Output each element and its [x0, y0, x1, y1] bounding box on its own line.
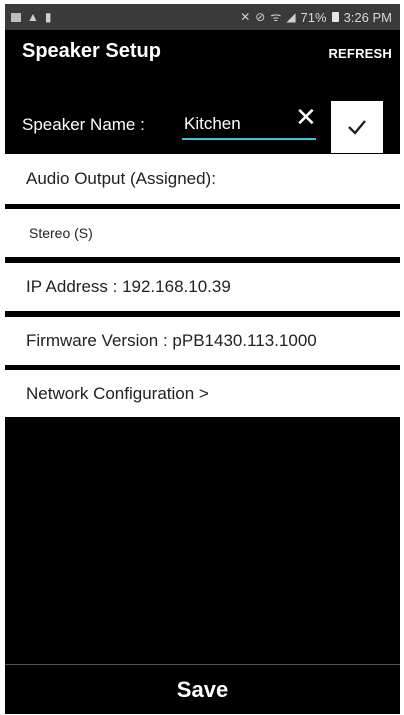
- ip-address-text: IP Address : 192.168.10.39: [26, 277, 231, 296]
- confirm-button[interactable]: [331, 101, 383, 153]
- check-icon: [348, 120, 366, 135]
- mute-icon: ⊘: [255, 10, 266, 24]
- status-left-icons: ▲ ▮: [5, 11, 52, 23]
- network-configuration-label: Network Configuration >: [26, 383, 209, 403]
- audio-output-label: Audio Output (Assigned):: [26, 169, 216, 188]
- status-time: 3:26 PM: [343, 9, 392, 25]
- page-title: Speaker Setup: [22, 40, 161, 62]
- audio-output-row: Audio Output (Assigned):: [5, 154, 400, 204]
- stereo-row[interactable]: Stereo (S): [5, 209, 400, 257]
- close-icon[interactable]: ✕: [295, 104, 317, 130]
- wifi-icon: ᯤ: [270, 10, 282, 24]
- speaker-name-label: Speaker Name :: [22, 115, 145, 134]
- battery-percent: 71%: [300, 9, 327, 25]
- warning-icon: ▲: [27, 10, 39, 24]
- network-configuration-row[interactable]: Network Configuration >: [5, 370, 400, 417]
- nfc-icon: ✕: [240, 10, 251, 24]
- refresh-button[interactable]: REFRESH: [328, 46, 392, 61]
- status-right-icons: ✕ ⊘ ᯤ ◢ 71% 3:26 PM: [240, 4, 392, 30]
- status-bar: ▲ ▮ ✕ ⊘ ᯤ ◢ 71% 3:26 PM: [5, 4, 400, 30]
- gallery-icon: [11, 12, 21, 22]
- ip-address-row: IP Address : 192.168.10.39: [5, 263, 400, 311]
- firmware-version-text: Firmware Version : pPB1430.113.1000: [26, 331, 317, 350]
- lock-icon: ▮: [44, 10, 52, 24]
- app-bar: Speaker Setup REFRESH: [5, 30, 400, 80]
- speaker-name-row: Speaker Name : ✕: [5, 80, 400, 154]
- save-button[interactable]: Save: [5, 664, 400, 714]
- firmware-version-row: Firmware Version : pPB1430.113.1000: [5, 317, 400, 365]
- signal-icon: ◢: [286, 10, 296, 24]
- app-screen: ▲ ▮ ✕ ⊘ ᯤ ◢ 71% 3:26 PM Speaker Setup RE…: [5, 4, 400, 714]
- battery-icon: [331, 12, 339, 22]
- stereo-value: Stereo (S): [29, 225, 93, 241]
